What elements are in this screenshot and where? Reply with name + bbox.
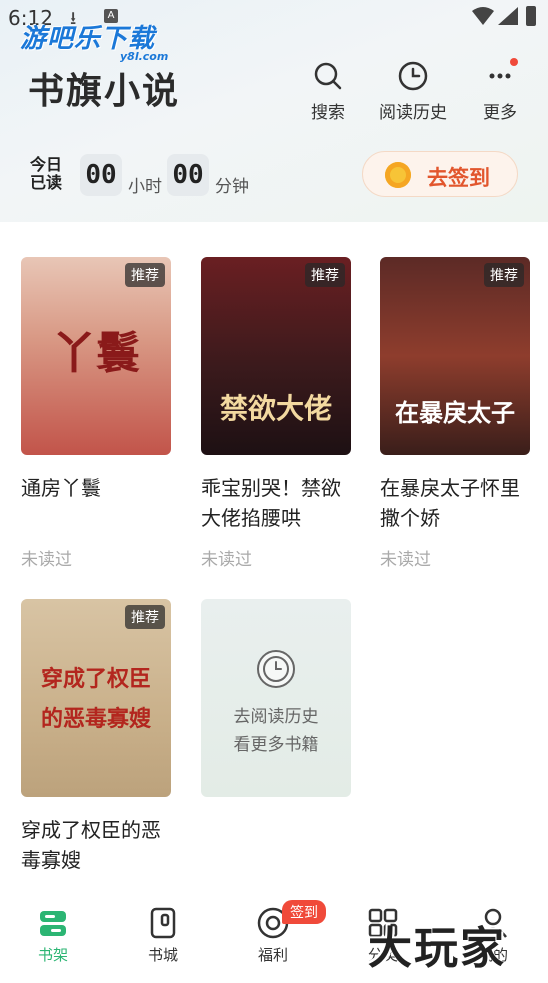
coin-icon: [385, 162, 411, 188]
minutes-unit: 分钟: [215, 177, 249, 197]
clock-icon: [398, 61, 428, 91]
nav-shelf[interactable]: 书架: [18, 906, 88, 965]
signal-icon: [498, 7, 518, 25]
recommend-tag: 推荐: [484, 263, 524, 287]
bookshelf-icon: [40, 911, 66, 936]
search-label: 搜索: [311, 103, 345, 123]
book-title: 在暴戾太子怀里撒个娇: [380, 476, 520, 530]
book-card[interactable]: 推荐 穿成了权臣的恶毒寡嫂 穿成了权臣的恶毒寡嫂: [21, 599, 171, 875]
checkin-button[interactable]: 去签到: [362, 151, 518, 197]
cover-title: 丫鬟: [52, 328, 140, 379]
nav-shelf-label: 书架: [37, 946, 68, 964]
history-more-card[interactable]: 去阅读历史 看更多书籍: [201, 599, 351, 797]
book-cover[interactable]: 推荐 禁欲大佬: [201, 257, 351, 455]
search-button[interactable]: 搜索: [306, 60, 350, 123]
nav-welfare-label: 福利: [257, 946, 288, 964]
book-status: 未读过: [380, 550, 431, 570]
minutes-value: 00: [167, 154, 209, 196]
book-cover[interactable]: 推荐 丫鬟: [21, 257, 171, 455]
header-area: 6:12 ⭳ A 游吧乐下载 y8l.com 书旗小说 搜索 阅读历史 更多 今…: [0, 0, 548, 222]
cover-title: 在暴戾太子: [395, 398, 515, 427]
wifi-icon: [472, 7, 494, 25]
book-title: 乖宝别哭！禁欲大佬掐腰哄: [201, 476, 341, 530]
recommend-tag: 推荐: [125, 263, 165, 287]
book-card[interactable]: 推荐 禁欲大佬 乖宝别哭！禁欲大佬掐腰哄 未读过: [201, 257, 351, 570]
recommend-tag: 推荐: [125, 605, 165, 629]
cover-title: 穿成了权臣的恶毒寡嫂: [40, 666, 151, 732]
more-label: 更多: [483, 103, 517, 123]
more-button[interactable]: 更多: [476, 60, 524, 123]
recommend-tag: 推荐: [305, 263, 345, 287]
watermark-text: 大玩家: [368, 923, 506, 974]
today-read-label: 今日 已读: [30, 155, 63, 192]
book-card[interactable]: 推荐 在暴戾太子 在暴戾太子怀里撒个娇 未读过: [380, 257, 530, 570]
history-label: 阅读历史: [379, 103, 447, 123]
book-title: 穿成了权臣的恶毒寡嫂: [21, 818, 161, 872]
welfare-checkin-badge: 签到: [282, 900, 326, 924]
search-icon: [314, 62, 342, 90]
book-cover[interactable]: 推荐 在暴戾太子: [380, 257, 530, 455]
nav-store[interactable]: 书城: [128, 906, 198, 965]
book-cover[interactable]: 推荐 穿成了权臣的恶毒寡嫂: [21, 599, 171, 797]
clock-icon: [257, 650, 295, 688]
battery-icon: [526, 6, 536, 26]
book-card[interactable]: 推荐 丫鬟 通房丫鬟 未读过: [21, 257, 171, 570]
app-title: 书旗小说: [28, 71, 181, 112]
notification-dot: [510, 58, 518, 66]
hours-value: 00: [80, 154, 122, 196]
reading-history-button[interactable]: 阅读历史: [376, 60, 450, 123]
book-store-icon: [150, 907, 176, 939]
history-card-line2: 看更多书籍: [233, 735, 319, 755]
book-status: 未读过: [21, 550, 72, 570]
history-card-line1: 去阅读历史: [233, 707, 319, 727]
book-title: 通房丫鬟: [21, 476, 101, 500]
nav-store-label: 书城: [147, 946, 178, 964]
hours-unit: 小时: [128, 177, 162, 197]
checkin-label: 去签到: [427, 166, 490, 190]
book-status: 未读过: [201, 550, 252, 570]
cover-title: 禁欲大佬: [219, 392, 332, 425]
